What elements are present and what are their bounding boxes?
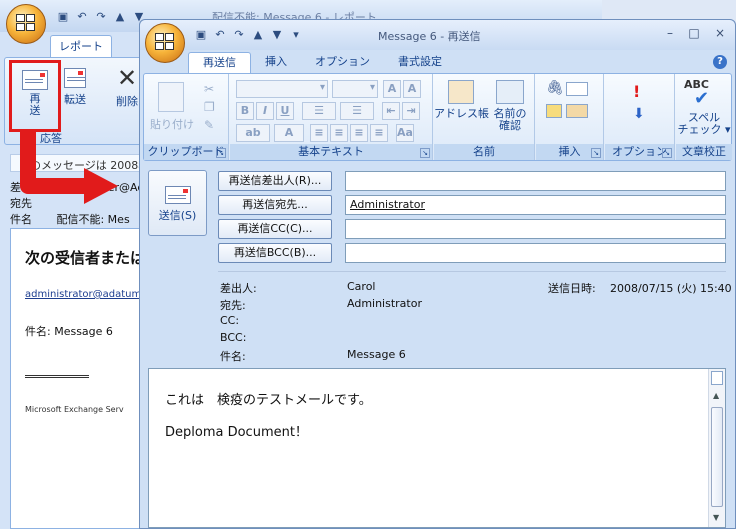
check-names-icon (496, 80, 524, 104)
resend-bcc-button[interactable]: 再送信BCC(B)... (218, 243, 332, 263)
address-book-button[interactable]: アドレス帳 (434, 108, 489, 120)
justify-icon[interactable]: ≡ (370, 124, 388, 142)
underline-button[interactable]: U (276, 102, 294, 120)
highlight-icon[interactable]: ab (236, 124, 270, 142)
down-arrow-icon[interactable]: ▼ (270, 28, 284, 42)
front-window-title: Message 6 - 再送信 (378, 30, 481, 43)
low-importance-icon[interactable]: ⬇ (633, 106, 645, 122)
bold-button[interactable]: B (236, 102, 254, 120)
to-label: 宛先: (220, 299, 246, 312)
ruler-toggle-icon[interactable] (711, 371, 723, 385)
close-button[interactable]: × (712, 26, 728, 40)
minimize-button[interactable]: – (662, 26, 678, 40)
from-value: Carol (347, 280, 376, 293)
resend-cc-button[interactable]: 再送信CC(C)... (218, 219, 332, 239)
maximize-button[interactable]: □ (686, 26, 702, 40)
address-book-icon (448, 80, 474, 104)
back-message-body: 次の受信者または administrator@adatum 件名: Messag… (10, 228, 145, 529)
group-names-label: 名前 (434, 144, 534, 160)
ribbon-tabs: 再送信 挿入 オプション 書式設定 (188, 52, 456, 74)
resend-from-field[interactable] (345, 171, 726, 191)
decrease-indent-icon[interactable]: ⇤ (382, 102, 400, 120)
business-card-icon[interactable] (566, 82, 588, 96)
scroll-thumb[interactable] (711, 407, 723, 507)
group-basic-text: A A B I U ☰ ☰ ⇤ ⇥ ab A ≡ ≡ ≡ ≡ Aa 基本テキスト… (230, 74, 433, 160)
help-icon[interactable]: ? (713, 55, 727, 69)
ribbon: 貼り付け ✂ ❐ ✎ クリップボード ↘ A A B I U ☰ ☰ ⇤ ⇥ a… (143, 73, 732, 161)
font-size-combo[interactable] (332, 80, 378, 98)
header-separator (218, 271, 726, 272)
group-proofing-label: 文章校正 (676, 144, 732, 160)
tab-insert[interactable]: 挿入 (251, 52, 301, 73)
body-line-1: これは 検疫のテストメールです。 (165, 393, 372, 408)
shrink-font-icon[interactable]: A (403, 80, 421, 98)
grow-font-icon[interactable]: A (383, 80, 401, 98)
cut-icon[interactable]: ✂ (204, 82, 214, 96)
sent-label: 送信日時: (548, 282, 596, 295)
bcc-label: BCC: (220, 331, 247, 344)
back-body-link[interactable]: administrator@adatum (25, 289, 141, 300)
copy-icon[interactable]: ❐ (204, 100, 215, 114)
basic-text-launcher-icon[interactable]: ↘ (420, 148, 430, 158)
insert-launcher-icon[interactable]: ↘ (591, 148, 601, 158)
body-line-2: Deploma Document！ (165, 425, 308, 440)
scroll-down-icon[interactable]: ▼ (713, 513, 719, 522)
clipboard-launcher-icon[interactable]: ↘ (216, 148, 226, 158)
signature-icon[interactable] (566, 104, 588, 118)
sent-value: 2008/07/15 (火) 15:40 (610, 282, 732, 295)
cc-label: CC: (220, 314, 240, 327)
align-left-icon[interactable]: ≡ (310, 124, 328, 142)
recipient-administrator[interactable]: Administrator (350, 198, 425, 211)
tab-format[interactable]: 書式設定 (384, 52, 456, 73)
message-body[interactable]: これは 検疫のテストメールです。 Deploma Document！ ▲ ▼ (148, 368, 726, 528)
numbering-icon[interactable]: ☰ (340, 102, 374, 120)
front-window: ▣ ↶ ↷ ▲ ▼ ▾ Message 6 - 再送信 – □ × 再送信 挿入… (139, 19, 736, 529)
customize-qat-icon[interactable]: ▾ (289, 28, 303, 42)
undo-icon[interactable]: ↶ (213, 28, 227, 42)
attach-file-icon[interactable]: 🖇 (546, 80, 564, 96)
options-launcher-icon[interactable]: ↘ (662, 148, 672, 158)
up-arrow-icon[interactable]: ▲ (251, 28, 265, 42)
resend-cc-field[interactable] (345, 219, 726, 239)
back-body-footer: Microsoft Exchange Serv (25, 405, 124, 414)
spell-check-icon: ✔ (694, 88, 710, 109)
check-names-button[interactable]: 名前の 確認 (488, 108, 532, 132)
redo-icon[interactable]: ↷ (232, 28, 246, 42)
front-quick-access-toolbar: ▣ ↶ ↷ ▲ ▼ ▾ (194, 28, 303, 44)
format-painter-icon[interactable]: ✎ (204, 118, 214, 132)
subject-value: Message 6 (347, 348, 406, 361)
resend-to-button[interactable]: 再送信宛先... (218, 195, 332, 215)
italic-button[interactable]: I (256, 102, 274, 120)
resend-to-field[interactable]: Administrator (345, 195, 726, 215)
group-insert: 🖇 挿入 ↘ (536, 74, 604, 160)
align-right-icon[interactable]: ≡ (350, 124, 368, 142)
resend-from-button[interactable]: 再送信差出人(R)... (218, 171, 332, 191)
to-value: Administrator (347, 297, 422, 310)
spelling-button[interactable]: スペル チェック ▾ (676, 112, 732, 136)
front-title-bar: ▣ ↶ ↷ ▲ ▼ ▾ Message 6 - 再送信 – □ × (140, 20, 735, 63)
styles-icon[interactable]: Aa (396, 124, 414, 142)
spelling-label-2: チェック ▾ (677, 123, 731, 136)
red-arrow-icon (20, 132, 118, 204)
back-body-rule (25, 375, 89, 378)
align-center-icon[interactable]: ≡ (330, 124, 348, 142)
subject-label: 件名: (220, 350, 246, 363)
group-proofing: ABC ✔ スペル チェック ▾ 文章校正 (676, 74, 732, 160)
check-names-label-2: 確認 (499, 119, 521, 132)
tab-options[interactable]: オプション (301, 52, 384, 73)
increase-indent-icon[interactable]: ⇥ (402, 102, 420, 120)
group-basic-text-label: 基本テキスト (230, 144, 432, 160)
attach-item-icon[interactable] (546, 104, 562, 118)
resend-bcc-field[interactable] (345, 243, 726, 263)
bullets-icon[interactable]: ☰ (302, 102, 336, 120)
group-names: アドレス帳 名前の 確認 名前 (434, 74, 535, 160)
scroll-up-icon[interactable]: ▲ (713, 391, 719, 400)
font-color-icon[interactable]: A (274, 124, 304, 142)
high-importance-icon[interactable]: ! (633, 82, 640, 101)
font-name-combo[interactable] (236, 80, 328, 98)
vertical-scrollbar[interactable]: ▲ ▼ (708, 369, 725, 527)
back-body-subject: 件名: Message 6 (25, 325, 113, 338)
group-options: ! ⬇ オプション ↘ (605, 74, 675, 160)
from-label: 差出人: (220, 282, 257, 295)
